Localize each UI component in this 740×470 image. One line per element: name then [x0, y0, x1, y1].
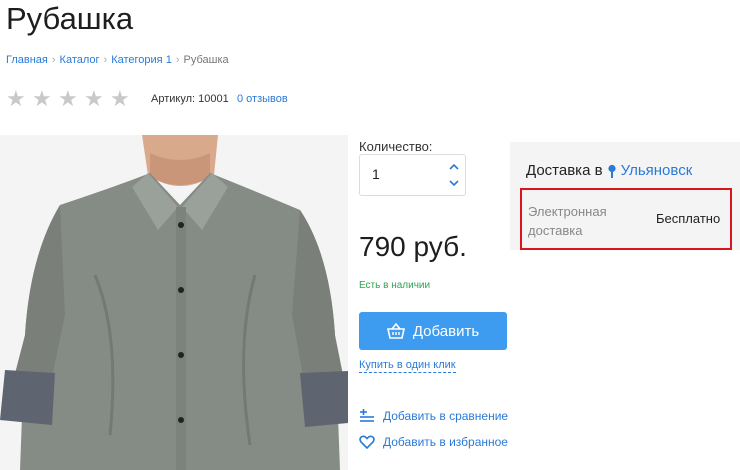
favorite-label: Добавить в избранное	[383, 435, 508, 449]
breadcrumb-home[interactable]: Главная	[6, 54, 48, 66]
basket-icon	[386, 323, 405, 339]
delivery-city-link[interactable]: Ульяновск	[621, 162, 693, 179]
add-to-favorites-link[interactable]: Добавить в избранное	[359, 435, 508, 449]
star-icon[interactable]: ★	[32, 88, 55, 110]
add-to-cart-label: Добавить	[412, 322, 480, 340]
chevron-right-icon: ›	[103, 54, 108, 66]
heart-icon	[359, 435, 375, 449]
chevron-up-icon[interactable]	[447, 160, 461, 174]
sku-text: Артикул: 10001	[151, 93, 229, 105]
price: 790 руб.	[359, 231, 467, 262]
delivery-heading: Доставка в Ульяновск	[526, 162, 692, 179]
add-to-cart-button[interactable]: Добавить	[359, 312, 507, 350]
chevron-right-icon: ›	[175, 54, 180, 66]
rating-stars[interactable]: ★ ★ ★ ★ ★	[6, 88, 133, 110]
compare-label: Добавить в сравнение	[383, 409, 509, 423]
map-pin-icon	[607, 164, 616, 178]
shirt-illustration	[0, 135, 348, 470]
add-to-compare-link[interactable]: Добавить в сравнение	[359, 409, 508, 423]
delivery-panel: Доставка в Ульяновск Электронная доставк…	[510, 142, 740, 250]
breadcrumb-current: Рубашка	[183, 54, 229, 66]
breadcrumb-catalog[interactable]: Каталог	[60, 54, 100, 66]
product-image[interactable]	[0, 135, 348, 470]
page-title: Рубашка	[6, 1, 134, 36]
buy-one-click-link[interactable]: Купить в один клик	[359, 359, 456, 373]
quantity-stepper[interactable]: 1	[359, 154, 466, 196]
star-icon[interactable]: ★	[58, 88, 81, 110]
delivery-heading-label: Доставка в	[526, 162, 603, 179]
star-icon[interactable]: ★	[84, 88, 107, 110]
delivery-method-name: Электронная доставка	[528, 204, 607, 238]
breadcrumb-category[interactable]: Категория 1	[111, 54, 172, 66]
stock-status: Есть в наличии	[359, 280, 431, 291]
chevron-right-icon: ›	[51, 54, 56, 66]
delivery-method: Электронная доставка Бесплатно	[520, 188, 732, 250]
reviews-link[interactable]: 0 отзывов	[237, 93, 288, 105]
quantity-input[interactable]: 1	[372, 166, 380, 182]
star-icon[interactable]: ★	[6, 88, 29, 110]
chevron-down-icon[interactable]	[447, 176, 461, 190]
star-icon[interactable]: ★	[110, 88, 133, 110]
compare-icon	[360, 409, 374, 422]
delivery-method-price: Бесплатно	[656, 211, 721, 226]
breadcrumb: Главная › Каталог › Категория 1 › Рубашка	[6, 53, 229, 67]
quantity-label: Количество:	[359, 139, 433, 154]
